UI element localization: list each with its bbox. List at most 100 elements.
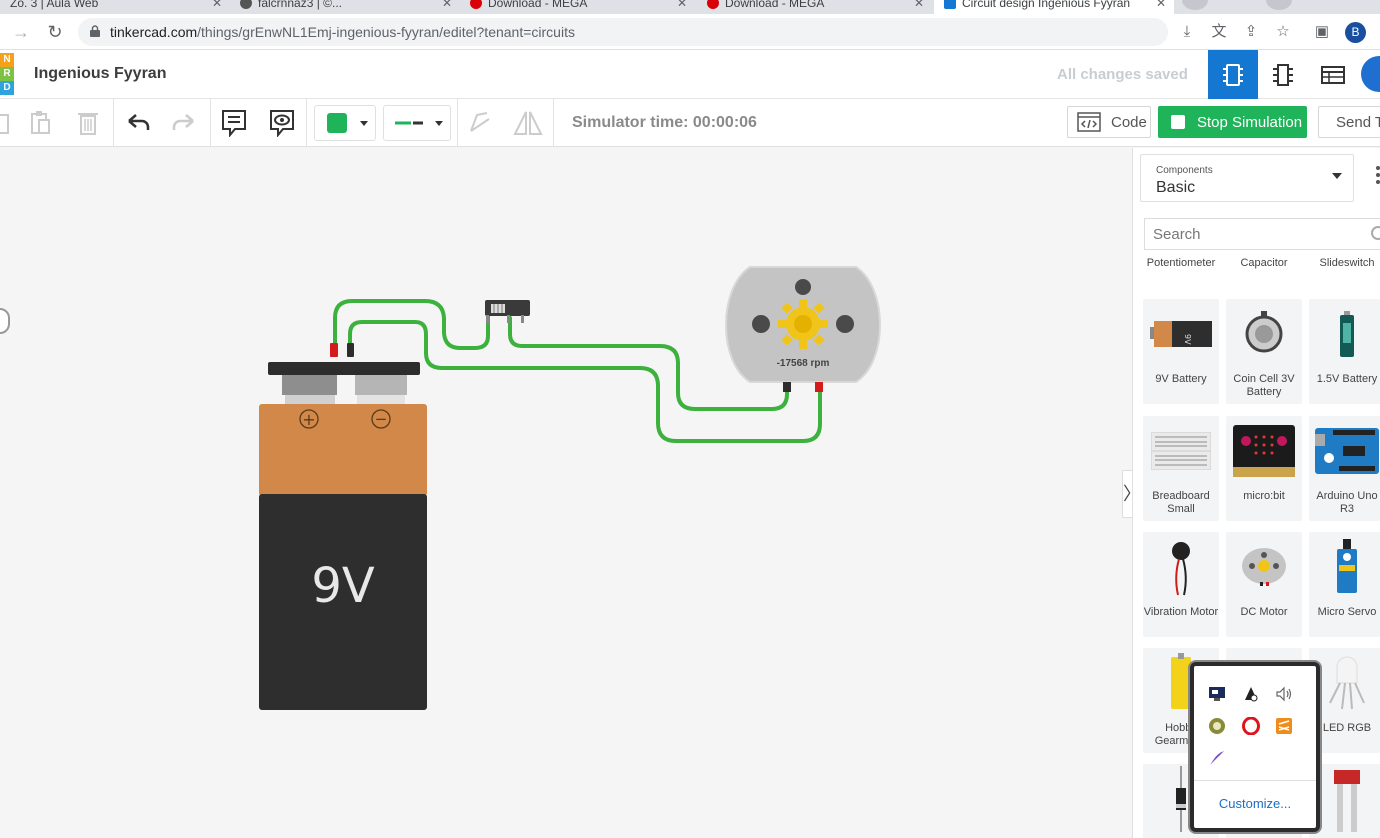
- slideswitch-component[interactable]: [485, 300, 530, 323]
- new-tab-icon[interactable]: [1182, 0, 1208, 10]
- schematic-view-button[interactable]: [1258, 50, 1308, 99]
- battery-voltage-label: 9V: [311, 558, 375, 614]
- forward-icon[interactable]: →: [10, 21, 32, 43]
- tinkercad-icon: [944, 0, 956, 9]
- battery-minus-sign: −: [375, 410, 388, 428]
- list-view-icon: [1321, 65, 1345, 84]
- chevron-down-icon: [360, 120, 368, 126]
- wire-color-dropdown[interactable]: [314, 105, 376, 141]
- vibration-motor-icon: [1172, 542, 1190, 596]
- side-panel-icon[interactable]: ▣: [1313, 23, 1331, 41]
- motor-gear-icon: [778, 299, 828, 349]
- component-card-vibration-motor[interactable]: Vibration Motor: [1143, 532, 1219, 637]
- component-card-coin-cell[interactable]: Coin Cell 3V Battery: [1226, 299, 1302, 404]
- feather-app-icon[interactable]: [1207, 748, 1227, 768]
- design-title[interactable]: Ingenious Fyyran: [34, 65, 166, 83]
- mega-icon: [707, 0, 719, 9]
- share-icon[interactable]: ⇪: [1242, 23, 1260, 41]
- dc-motor-component[interactable]: -17568 rpm: [725, 266, 881, 392]
- tab-title: falcrnnaz3 | ©...: [258, 0, 342, 10]
- battery-9v-component[interactable]: + − 9V: [259, 343, 427, 710]
- toggle-notes-visibility-icon[interactable]: [266, 107, 298, 139]
- paste-icon[interactable]: [24, 107, 56, 139]
- toolbar-divider: [553, 99, 554, 147]
- browser-tab[interactable]: Download - MEGA ✕: [697, 0, 932, 14]
- stop-simulation-button[interactable]: Stop Simulation: [1158, 106, 1307, 138]
- tinkercad-logo[interactable]: N R D: [0, 53, 14, 97]
- bookmark-star-icon[interactable]: ☆: [1274, 23, 1292, 41]
- stop-icon: [1171, 115, 1185, 129]
- opera-icon[interactable]: [1241, 716, 1261, 736]
- close-tab-icon[interactable]: ✕: [442, 0, 452, 10]
- rotate-icon[interactable]: [463, 107, 495, 139]
- component-card-micro-servo[interactable]: Micro Servo: [1309, 532, 1380, 637]
- editor-toolbar: Simulator time: 00:00:06 Code Stop Simul…: [0, 99, 1380, 147]
- system-tray-overflow: Customize...: [1190, 662, 1320, 832]
- component-label: Potentiometer: [1146, 257, 1216, 269]
- reload-icon[interactable]: ↻: [44, 21, 66, 43]
- wire-type-dropdown[interactable]: [383, 105, 451, 141]
- component-card-1-5v-battery[interactable]: 1.5V Battery: [1309, 299, 1380, 404]
- component-card-breadboard-small[interactable]: Breadboard Small: [1143, 416, 1219, 521]
- components-dropdown[interactable]: Components Basic: [1140, 154, 1354, 202]
- arduino-icon: [1315, 428, 1379, 474]
- monitor-app-icon[interactable]: [1207, 684, 1227, 704]
- url-bar[interactable]: tinkercad.com/things/grEnwNL1Emj-ingenio…: [78, 18, 1168, 46]
- circuit-workplane[interactable]: + − 9V -17568 rpm: [0, 148, 1132, 838]
- code-button[interactable]: Code: [1067, 106, 1151, 138]
- user-avatar[interactable]: [1361, 56, 1380, 92]
- install-app-icon[interactable]: ⤓: [1178, 23, 1196, 41]
- logo-letter: N: [0, 53, 14, 67]
- delete-icon[interactable]: [72, 107, 104, 139]
- component-card-microbit[interactable]: micro:bit: [1226, 416, 1302, 521]
- simulator-time: Simulator time: 00:00:06: [572, 114, 757, 131]
- component-card-dc-motor[interactable]: DC Motor: [1226, 532, 1302, 637]
- redo-icon[interactable]: [168, 107, 200, 139]
- mega-icon: [470, 0, 482, 9]
- network-app-icon[interactable]: [1241, 684, 1261, 704]
- diode-icon: [1176, 766, 1186, 832]
- wire-color-swatch: [327, 113, 347, 133]
- component-label: 9V Battery: [1155, 373, 1207, 385]
- toolbar-divider: [457, 99, 458, 147]
- tray-divider: [1194, 780, 1316, 781]
- component-label: Micro Servo: [1317, 606, 1377, 618]
- tab-title: Circuit design Ingenious Fyyran: [962, 0, 1131, 10]
- close-tab-icon[interactable]: ✕: [1156, 0, 1166, 10]
- notes-icon[interactable]: [218, 107, 250, 139]
- dc-motor-icon: [1242, 548, 1286, 586]
- browser-tab[interactable]: falcrnnaz3 | ©... ✕: [230, 0, 460, 14]
- close-tab-icon[interactable]: ✕: [677, 0, 687, 10]
- translate-icon[interactable]: 文: [1210, 23, 1228, 41]
- flip-icon[interactable]: [512, 107, 544, 139]
- component-label: Vibration Motor: [1143, 606, 1219, 618]
- component-label: Slideswitch: [1319, 257, 1375, 269]
- browser-tab[interactable]: Download - MEGA ✕: [460, 0, 695, 14]
- more-options-icon[interactable]: [1376, 166, 1380, 186]
- undo-icon[interactable]: [122, 107, 154, 139]
- component-list-button[interactable]: [1308, 50, 1358, 99]
- sublime-app-icon[interactable]: [1274, 716, 1294, 736]
- tab-title: Zo. 3 | Aula Web: [10, 0, 99, 10]
- send-to-button[interactable]: Send To: [1318, 106, 1380, 138]
- graphics-app-icon[interactable]: [1207, 716, 1227, 736]
- url-host: tinkercad.com: [110, 24, 198, 40]
- toolbar-divider: [113, 99, 114, 147]
- close-tab-icon[interactable]: ✕: [914, 0, 924, 10]
- tab-title: Download - MEGA: [488, 0, 588, 10]
- profile-avatar[interactable]: B: [1345, 22, 1366, 43]
- customize-link[interactable]: Customize...: [1194, 796, 1316, 811]
- browser-tab-active[interactable]: Circuit design Ingenious Fyyran ✕: [934, 0, 1174, 14]
- volume-icon[interactable]: [1274, 684, 1294, 704]
- component-card-9v-battery[interactable]: 9V 9V Battery: [1143, 299, 1219, 404]
- close-tab-icon[interactable]: ✕: [212, 0, 222, 10]
- copy-icon[interactable]: [0, 107, 18, 139]
- browser-tab[interactable]: Zo. 3 | Aula Web ✕: [0, 0, 230, 14]
- led-rgb-icon: [1329, 656, 1365, 710]
- tab-search-icon[interactable]: [1266, 0, 1292, 10]
- component-search-input[interactable]: Search: [1144, 218, 1380, 250]
- component-card-arduino-uno[interactable]: Arduino Uno R3: [1309, 416, 1380, 521]
- code-icon: [1077, 112, 1101, 132]
- circuit-view-button[interactable]: [1208, 50, 1258, 99]
- battery-black-lead: [347, 343, 354, 357]
